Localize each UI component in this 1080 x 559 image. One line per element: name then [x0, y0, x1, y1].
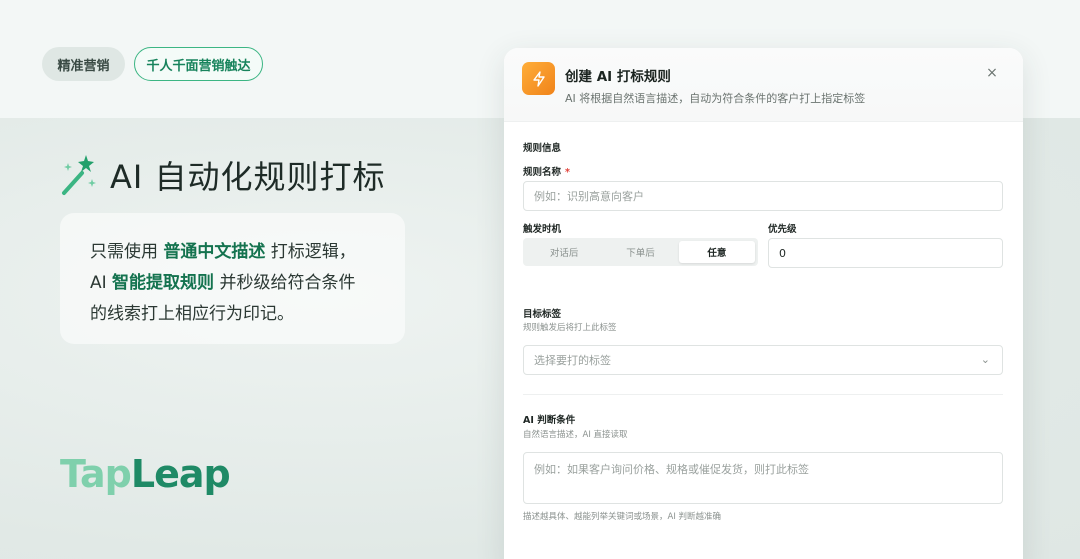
hero-title-text: AI 自动化规则打标 [110, 158, 386, 196]
divider [523, 394, 1003, 395]
section-rule-info: 规则信息 [523, 143, 562, 154]
create-rule-modal: 创建 AI 打标规则 AI 将根据自然语言描述，自动为符合条件的客户打上指定标签… [504, 48, 1023, 559]
trigger-segmented-control: 对话后 下单后 任意 [523, 238, 758, 266]
hero-text: 只需使用 [90, 242, 164, 262]
modal-header: 创建 AI 打标规则 AI 将根据自然语言描述，自动为符合条件的客户打上指定标签… [504, 48, 1023, 122]
hero-text: AI [90, 273, 113, 293]
close-icon[interactable]: × [985, 66, 999, 80]
ai-condition-hint: 自然语言描述，AI 直接读取 [523, 430, 628, 440]
logo-part-1: Tap [60, 452, 132, 496]
ai-condition-footer-hint: 描述越具体、越能列举关键词或场景，AI 判断越准确 [523, 512, 722, 522]
logo-part-2: Leap [130, 452, 231, 496]
trigger-label: 触发时机 [523, 224, 562, 235]
target-tag-select[interactable]: 选择要打的标签 ⌄ [523, 345, 1003, 375]
hero-text: 打标逻辑， [265, 242, 356, 262]
hero-line-1: 只需使用 普通中文描述 打标逻辑， [90, 237, 375, 268]
trigger-option-after-order[interactable]: 下单后 [602, 241, 678, 263]
trigger-option-after-chat[interactable]: 对话后 [526, 241, 602, 263]
rule-name-label-text: 规则名称 [523, 167, 562, 178]
modal-title: 创建 AI 打标规则 [565, 69, 671, 85]
chevron-down-icon: ⌄ [980, 353, 990, 366]
hero-highlight: 普通中文描述 [163, 242, 266, 262]
tag-personalized-marketing: 千人千面营销触达 [134, 47, 263, 81]
trigger-option-any[interactable]: 任意 [678, 241, 755, 263]
modal-subtitle: AI 将根据自然语言描述，自动为符合条件的客户打上指定标签 [565, 92, 866, 105]
hero-description-card: 只需使用 普通中文描述 打标逻辑， AI 智能提取规则 并秒级给符合条件 的线索… [60, 213, 405, 344]
magic-wand-icon [60, 153, 98, 197]
hero-line-2: AI 智能提取规则 并秒级给符合条件 [90, 268, 375, 299]
target-tag-label: 目标标签 [523, 309, 562, 320]
lightning-icon [522, 62, 555, 95]
target-tag-placeholder: 选择要打的标签 [534, 354, 611, 367]
priority-input[interactable]: 0 [768, 238, 1003, 268]
tag-precision-marketing: 精准营销 [42, 47, 125, 81]
hero-line-3: 的线索打上相应行为印记。 [90, 304, 294, 324]
priority-label: 优先级 [768, 224, 797, 235]
ai-condition-label: AI 判断条件 [523, 415, 576, 426]
hero-text: 并秒级给符合条件 [214, 273, 356, 293]
target-tag-hint: 规则触发后将打上此标签 [523, 323, 617, 333]
hero-title: AI 自动化规则打标 [60, 152, 386, 198]
rule-name-input[interactable]: 例如：识别高意向客户 [523, 181, 1003, 211]
rule-name-label: 规则名称 * [523, 164, 570, 178]
required-marker: * [565, 167, 570, 178]
tapleap-logo: TapLeap [60, 452, 231, 496]
hero-highlight: 智能提取规则 [112, 273, 215, 293]
ai-condition-textarea[interactable]: 例如：如果客户询问价格、规格或催促发货，则打此标签 [523, 452, 1003, 504]
